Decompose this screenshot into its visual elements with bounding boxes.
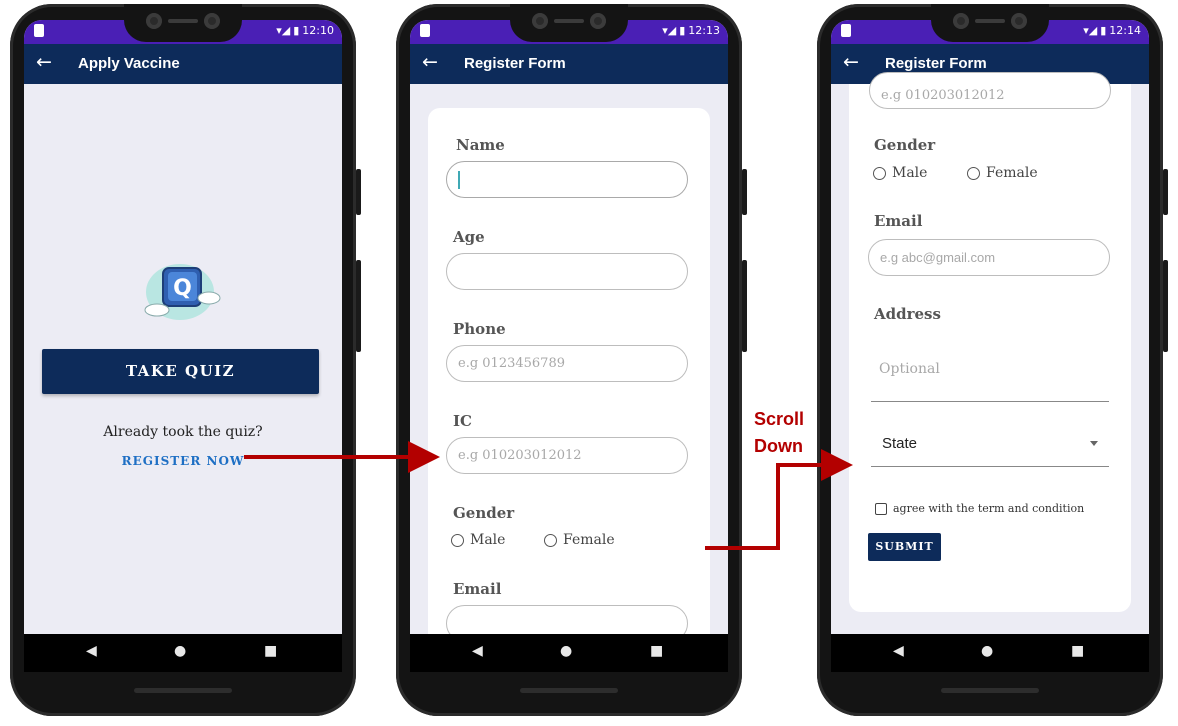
annotation-line-2: Down bbox=[754, 436, 803, 456]
flow-arrows bbox=[244, 441, 853, 550]
arrow-scroll-down bbox=[705, 449, 853, 550]
annotation-line-1: Scroll bbox=[754, 409, 805, 429]
scroll-down-annotation: Scroll Down bbox=[754, 406, 804, 460]
camera-notch bbox=[931, 4, 1049, 42]
camera-notch bbox=[124, 4, 242, 42]
camera-notch bbox=[510, 4, 628, 42]
